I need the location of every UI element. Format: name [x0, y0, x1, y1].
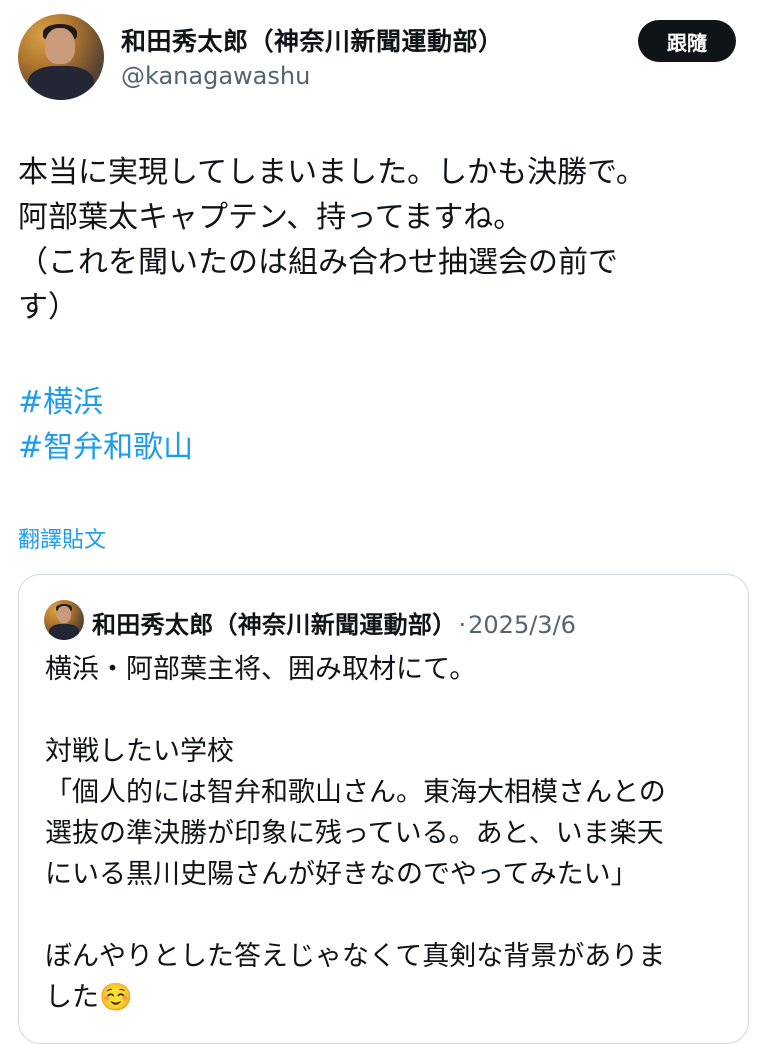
- author-handle[interactable]: @kanagawashu: [121, 62, 310, 90]
- hashtag-link[interactable]: #横浜: [18, 380, 193, 425]
- quoted-tweet-text: 横浜・阿部葉主将、囲み取材にて。 対戦したい学校 「個人的には智弁和歌山さん。東…: [45, 654, 666, 1013]
- author-name[interactable]: 和田秀太郎（神奈川新聞運動部）: [121, 22, 504, 58]
- hashtag-list: #横浜 #智弁和歌山: [18, 380, 193, 470]
- avatar-head: [45, 28, 75, 64]
- quoted-tweet-card[interactable]: 和田秀太郎（神奈川新聞運動部） · 2025/3/6 横浜・阿部葉主将、囲み取材…: [18, 574, 749, 1044]
- quoted-author-avatar: [44, 600, 84, 640]
- avatar-head: [57, 606, 71, 623]
- avatar-body: [28, 66, 94, 100]
- tweet-text: 本当に実現してしまいました。しかも決勝で。 阿部葉太キャプテン、持ってますね。 …: [18, 155, 646, 325]
- author-avatar[interactable]: [18, 14, 104, 100]
- quoted-author-name: 和田秀太郎（神奈川新聞運動部）: [92, 611, 457, 639]
- hashtag-link[interactable]: #智弁和歌山: [18, 425, 193, 470]
- avatar-body: [49, 624, 79, 640]
- dot-separator: ·: [458, 611, 467, 639]
- follow-button[interactable]: 跟隨: [638, 20, 736, 62]
- quoted-date: 2025/3/6: [468, 611, 576, 639]
- translate-post-link[interactable]: 翻譯貼文: [18, 522, 106, 554]
- quoted-tweet-header: 和田秀太郎（神奈川新聞運動部） · 2025/3/6: [92, 605, 576, 640]
